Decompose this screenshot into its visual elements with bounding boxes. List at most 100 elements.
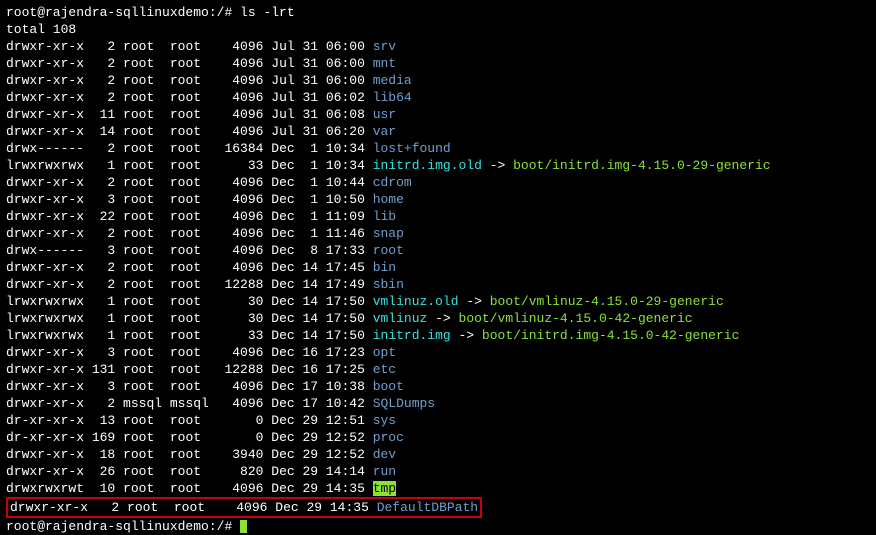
file-group: root xyxy=(162,73,217,88)
file-name: opt xyxy=(373,345,396,360)
prompt-user: root@rajendra-sqllinuxdemo xyxy=(6,5,209,20)
symlink-target: boot/initrd.img-4.15.0-42-generic xyxy=(482,328,739,343)
file-permissions: drwxr-xr-x xyxy=(6,447,84,462)
file-date: Dec 1 10:44 xyxy=(263,175,372,190)
file-permissions: drwxr-xr-x xyxy=(6,175,84,190)
file-permissions: drwxr-xr-x xyxy=(6,362,84,377)
file-name: SQLDumps xyxy=(373,396,435,411)
file-size: 4096 xyxy=(217,192,264,207)
file-owner: mssql xyxy=(115,396,162,411)
file-name: root xyxy=(373,243,404,258)
file-owner: root xyxy=(115,294,162,309)
file-entry: drwxr-xr-x 2 root root 4096 Dec 1 10:44 … xyxy=(6,174,870,191)
file-name: mnt xyxy=(373,56,396,71)
file-permissions: drwxr-xr-x xyxy=(6,345,84,360)
output-line: total 108 xyxy=(6,21,870,38)
file-size: 4096 xyxy=(217,396,264,411)
file-group: root xyxy=(162,243,217,258)
link-count: 22 xyxy=(84,209,115,224)
file-owner: root xyxy=(115,260,162,275)
file-name: vmlinuz.old xyxy=(373,294,459,309)
file-date: Dec 16 17:25 xyxy=(263,362,372,377)
file-permissions: drwxrwxrwt xyxy=(6,481,84,496)
file-permissions: drwxr-xr-x xyxy=(6,464,84,479)
file-date: Dec 17 10:38 xyxy=(263,379,372,394)
file-entry: drwx------ 3 root root 4096 Dec 8 17:33 … xyxy=(6,242,870,259)
command-text: ls -lrt xyxy=(232,5,294,20)
file-group: root xyxy=(162,260,217,275)
file-group: root xyxy=(162,175,217,190)
file-size: 12288 xyxy=(217,362,264,377)
file-entry: drwxr-xr-x 14 root root 4096 Jul 31 06:2… xyxy=(6,123,870,140)
file-owner: root xyxy=(115,39,162,54)
terminal-output[interactable]: root@rajendra-sqllinuxdemo:/# ls -lrttot… xyxy=(6,4,870,535)
file-group: root xyxy=(162,39,217,54)
file-group: mssql xyxy=(162,396,217,411)
file-size: 12288 xyxy=(217,277,264,292)
file-group: root xyxy=(162,379,217,394)
file-entry: lrwxrwxrwx 1 root root 30 Dec 14 17:50 v… xyxy=(6,310,870,327)
symlink-arrow: -> xyxy=(482,158,513,173)
file-owner: root xyxy=(115,141,162,156)
file-date: Dec 29 14:35 xyxy=(267,500,376,515)
file-group: root xyxy=(166,500,221,515)
file-name: media xyxy=(373,73,412,88)
file-entry: drwx------ 2 root root 16384 Dec 1 10:34… xyxy=(6,140,870,157)
link-count: 1 xyxy=(84,158,115,173)
file-size: 16384 xyxy=(217,141,264,156)
link-count: 3 xyxy=(84,345,115,360)
file-permissions: drwxr-xr-x xyxy=(6,379,84,394)
symlink-target: boot/initrd.img-4.15.0-29-generic xyxy=(513,158,770,173)
prompt-line[interactable]: root@rajendra-sqllinuxdemo:/# xyxy=(6,518,870,535)
file-size: 4096 xyxy=(217,243,264,258)
file-size: 4096 xyxy=(217,260,264,275)
file-owner: root xyxy=(115,464,162,479)
file-entry: lrwxrwxrwx 1 root root 33 Dec 1 10:34 in… xyxy=(6,157,870,174)
file-permissions: dr-xr-xr-x xyxy=(6,430,84,445)
link-count: 11 xyxy=(84,107,115,122)
file-name: lib64 xyxy=(373,90,412,105)
file-entry: dr-xr-xr-x 13 root root 0 Dec 29 12:51 s… xyxy=(6,412,870,429)
link-count: 26 xyxy=(84,464,115,479)
file-entry: drwxr-xr-x 26 root root 820 Dec 29 14:14… xyxy=(6,463,870,480)
file-name: tmp xyxy=(373,481,396,496)
link-count: 2 xyxy=(84,90,115,105)
file-size: 4096 xyxy=(217,107,264,122)
file-size: 0 xyxy=(217,413,264,428)
file-name: sys xyxy=(373,413,396,428)
file-size: 33 xyxy=(217,158,264,173)
link-count: 1 xyxy=(84,311,115,326)
file-size: 4096 xyxy=(217,209,264,224)
link-count: 2 xyxy=(84,175,115,190)
file-entry: drwxr-xr-x 3 root root 4096 Dec 16 17:23… xyxy=(6,344,870,361)
file-date: Dec 29 12:52 xyxy=(263,447,372,462)
file-name: bin xyxy=(373,260,396,275)
file-group: root xyxy=(162,226,217,241)
file-owner: root xyxy=(115,158,162,173)
file-permissions: drwx------ xyxy=(6,243,84,258)
file-entry: drwxr-xr-x 2 root root 4096 Jul 31 06:00… xyxy=(6,72,870,89)
file-date: Dec 17 10:42 xyxy=(263,396,372,411)
command-input[interactable] xyxy=(232,519,240,534)
file-name: etc xyxy=(373,362,396,377)
file-entry: drwxr-xr-x 3 root root 4096 Dec 17 10:38… xyxy=(6,378,870,395)
file-name: proc xyxy=(373,430,404,445)
file-size: 3940 xyxy=(217,447,264,462)
link-count: 3 xyxy=(84,379,115,394)
file-size: 4096 xyxy=(217,345,264,360)
file-permissions: drwxr-xr-x xyxy=(6,192,84,207)
file-permissions: drwxr-xr-x xyxy=(6,209,84,224)
file-owner: root xyxy=(115,345,162,360)
file-date: Dec 1 11:46 xyxy=(263,226,372,241)
file-group: root xyxy=(162,481,217,496)
file-owner: root xyxy=(115,175,162,190)
file-permissions: drwxr-xr-x xyxy=(6,226,84,241)
file-size: 4096 xyxy=(217,39,264,54)
file-entry: lrwxrwxrwx 1 root root 30 Dec 14 17:50 v… xyxy=(6,293,870,310)
file-permissions: drwxr-xr-x xyxy=(6,277,84,292)
link-count: 10 xyxy=(84,481,115,496)
symlink-target: boot/vmlinuz-4.15.0-42-generic xyxy=(459,311,693,326)
symlink-target: boot/vmlinuz-4.15.0-29-generic xyxy=(490,294,724,309)
file-group: root xyxy=(162,362,217,377)
file-date: Dec 1 11:09 xyxy=(263,209,372,224)
